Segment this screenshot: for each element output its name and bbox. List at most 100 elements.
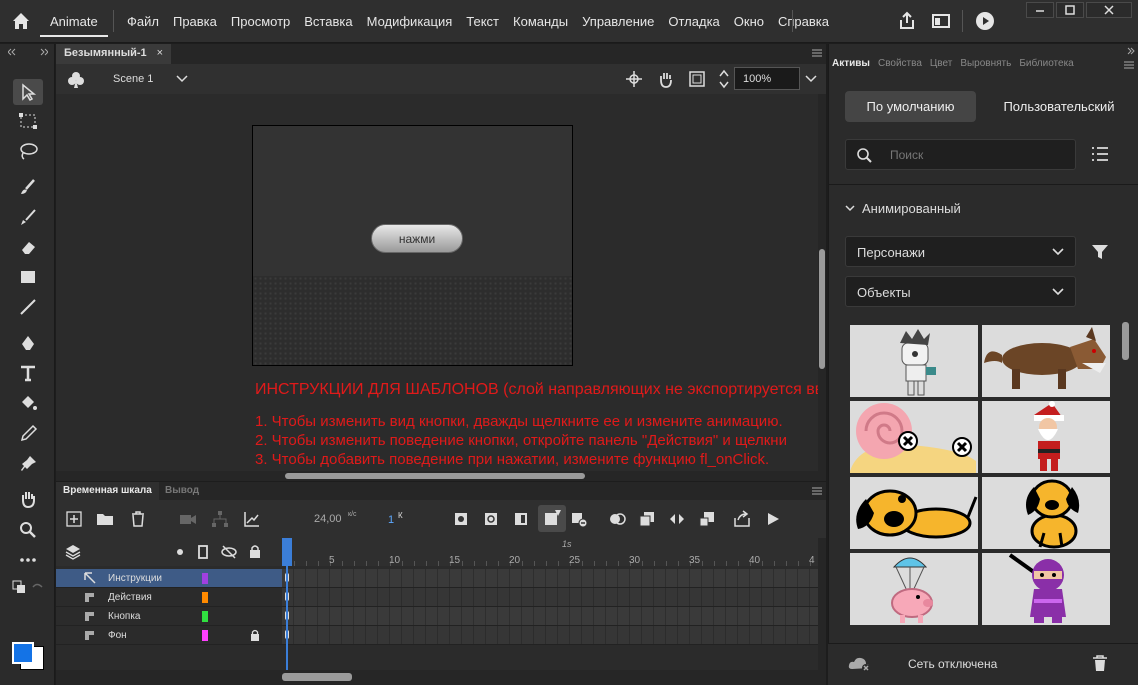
lasso-tool-icon[interactable] — [13, 138, 43, 164]
menu-help[interactable]: Справка — [771, 14, 836, 29]
tab-properties[interactable]: Свойства — [874, 55, 926, 72]
free-transform-tool-icon[interactable] — [13, 108, 43, 134]
hand-tool-icon[interactable] — [13, 486, 43, 512]
zoom-input[interactable]: 100% — [734, 67, 800, 90]
new-folder-icon[interactable] — [96, 510, 114, 528]
playhead-handle[interactable] — [282, 538, 292, 566]
assets-menu-icon[interactable] — [1123, 60, 1135, 70]
frame-row[interactable] — [282, 626, 818, 645]
tab-library[interactable]: Библиотека — [1015, 55, 1077, 72]
menu-modify[interactable]: Модификация — [360, 14, 460, 29]
center-stage-icon[interactable] — [626, 71, 642, 87]
blank-keyframe-icon[interactable] — [482, 510, 500, 528]
camera-icon[interactable] — [179, 510, 197, 528]
remove-frame-icon[interactable] — [570, 510, 588, 528]
scene-name[interactable]: Scene 1 — [113, 73, 153, 85]
default-assets-button[interactable]: По умолчанию — [845, 91, 976, 122]
mummy-asset[interactable] — [850, 325, 978, 397]
dog-lying-asset[interactable] — [850, 477, 978, 549]
ninja-asset[interactable] — [982, 553, 1110, 625]
custom-assets-button[interactable]: Пользовательский — [990, 91, 1128, 122]
pin-tool-icon[interactable] — [13, 450, 43, 476]
wolf-asset[interactable] — [982, 325, 1110, 397]
layer-color-swatch[interactable] — [202, 573, 208, 584]
lock-icon[interactable] — [250, 629, 260, 641]
section-title[interactable]: Анимированный — [862, 201, 961, 216]
clip-stage-icon[interactable] — [689, 71, 705, 87]
timeline-menu-icon[interactable] — [811, 486, 823, 496]
onion-skin-icon[interactable] — [608, 510, 626, 528]
section-chevron-icon[interactable] — [845, 203, 855, 213]
rectangle-tool-icon[interactable] — [13, 264, 43, 290]
frame-grid[interactable] — [282, 566, 818, 670]
zoom-tool-icon[interactable] — [13, 516, 43, 542]
text-tool-icon[interactable] — [13, 360, 43, 386]
paint-brush-tool-icon[interactable] — [13, 174, 43, 200]
current-frame-value[interactable]: 1 — [388, 514, 394, 526]
tween-icon[interactable] — [668, 510, 686, 528]
menu-commands[interactable]: Команды — [506, 14, 575, 29]
play-icon[interactable] — [764, 510, 782, 528]
lock-layers-icon[interactable] — [249, 544, 261, 558]
list-view-icon[interactable] — [1091, 146, 1109, 162]
home-icon[interactable] — [10, 10, 32, 32]
tab-color[interactable]: Цвет — [926, 55, 956, 72]
panel-collapse-icon[interactable] — [8, 47, 48, 57]
subcategory-dropdown[interactable]: Объекты — [845, 276, 1076, 307]
insert-keyframe-icon[interactable] — [452, 510, 470, 528]
layers-icon[interactable] — [65, 544, 81, 560]
maximize-button[interactable] — [1056, 2, 1084, 18]
close-window-button[interactable] — [1086, 2, 1132, 18]
stage-vscroll-thumb[interactable] — [819, 249, 825, 369]
layer-row-button[interactable]: Кнопка — [56, 607, 282, 626]
stage-button[interactable]: нажми — [371, 224, 463, 253]
more-tools-icon[interactable] — [13, 547, 43, 573]
outline-layers-icon[interactable] — [198, 545, 208, 559]
dog-sitting-asset[interactable] — [982, 477, 1110, 549]
hide-layers-icon[interactable] — [221, 545, 237, 559]
stage-hscroll-thumb[interactable] — [285, 473, 585, 479]
frame-row[interactable] — [282, 607, 818, 626]
minimize-button[interactable] — [1026, 2, 1054, 18]
club-icon[interactable] — [67, 71, 85, 89]
timeline-hscroll-thumb[interactable] — [282, 673, 352, 681]
chevron-down-icon[interactable] — [175, 73, 189, 85]
menu-window[interactable]: Окно — [727, 14, 771, 29]
menu-insert[interactable]: Вставка — [297, 14, 359, 29]
filter-icon[interactable] — [1091, 243, 1109, 261]
zoom-dropdown-icon[interactable] — [804, 73, 818, 85]
assets-scroll-thumb[interactable] — [1122, 322, 1129, 360]
selection-tool-icon[interactable] — [13, 79, 43, 105]
graph-icon[interactable] — [243, 510, 261, 528]
layer-color-swatch[interactable] — [202, 630, 208, 641]
menu-debug[interactable]: Отладка — [661, 14, 726, 29]
cloud-offline-icon[interactable] — [848, 655, 872, 673]
trash-icon[interactable] — [1092, 654, 1108, 672]
menu-view[interactable]: Просмотр — [224, 14, 297, 29]
tab-output[interactable]: Вывод — [158, 482, 206, 500]
eraser-tool-icon[interactable] — [13, 234, 43, 260]
snail-asset[interactable] — [850, 401, 978, 473]
highlight-layers-icon[interactable] — [177, 549, 183, 555]
menu-edit[interactable]: Правка — [166, 14, 224, 29]
timeline-horizontal-scrollbar[interactable] — [56, 670, 826, 685]
tab-assets[interactable]: Активы — [828, 55, 874, 72]
layer-row-background[interactable]: Фон — [56, 626, 282, 645]
stage-vertical-scrollbar[interactable] — [818, 94, 826, 471]
test-movie-icon[interactable] — [974, 10, 996, 32]
line-tool-icon[interactable] — [13, 294, 43, 320]
publish-icon[interactable] — [896, 10, 918, 32]
stage-horizontal-scrollbar[interactable] — [56, 471, 826, 481]
tab-align[interactable]: Выровнять — [956, 55, 1015, 72]
santa-asset[interactable] — [982, 401, 1110, 473]
new-layer-icon[interactable] — [65, 510, 83, 528]
close-tab-icon[interactable]: × — [157, 47, 163, 61]
paint-bucket-tool-icon[interactable] — [13, 390, 43, 416]
insert-frame-icon[interactable] — [512, 510, 530, 528]
panel-menu-icon[interactable] — [811, 48, 823, 58]
parachute-pig-asset[interactable] — [850, 553, 978, 625]
layer-row-actions[interactable]: Действия — [56, 588, 282, 607]
document-tab[interactable]: Безымянный-1 × — [56, 44, 172, 64]
swap-colors-icon[interactable] — [12, 580, 26, 594]
zoom-stepper-icon[interactable] — [718, 68, 730, 90]
